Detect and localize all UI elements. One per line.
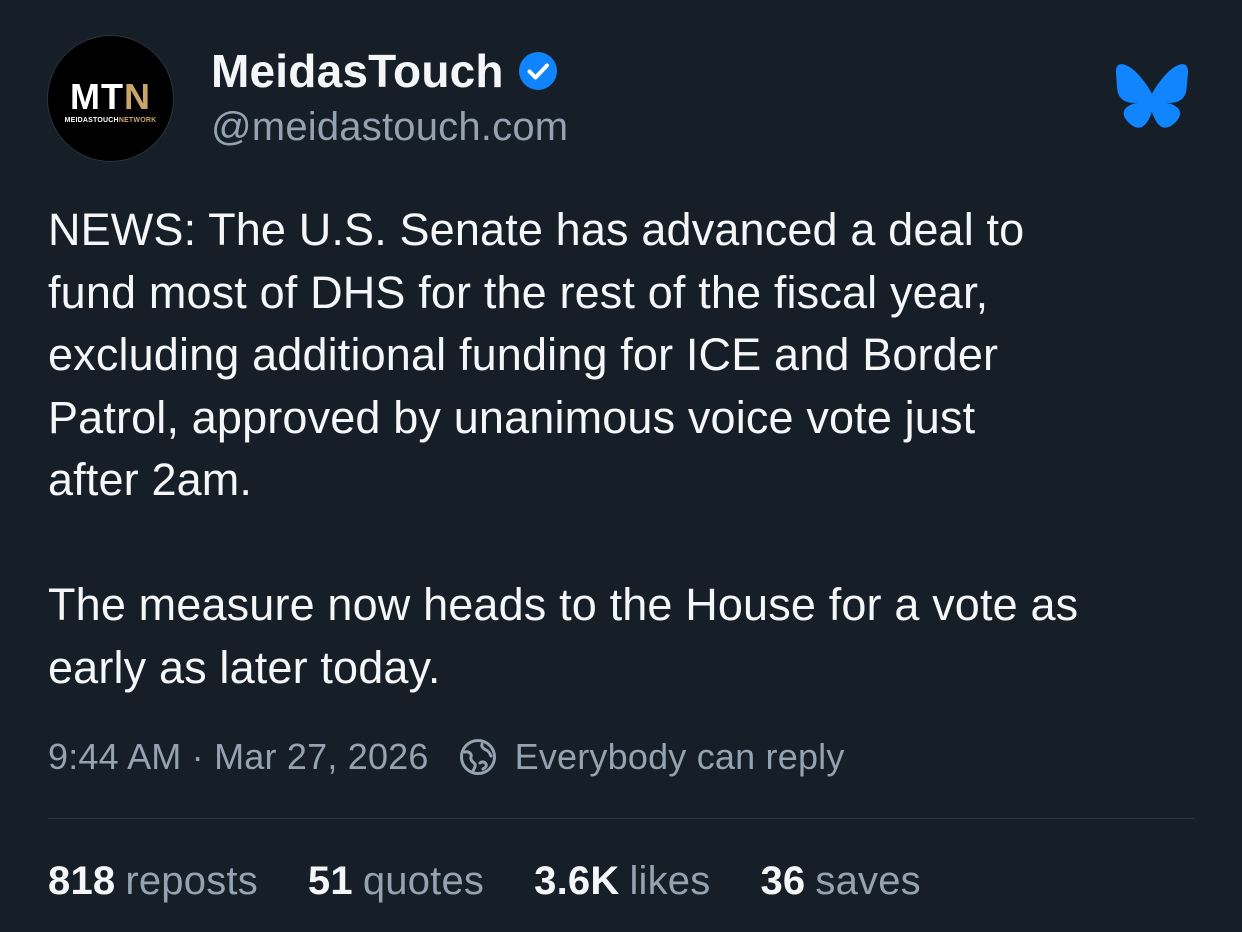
bluesky-butterfly-icon[interactable] <box>1116 64 1188 130</box>
avatar-logo: MTN <box>70 76 151 117</box>
engagement-stats: 818 reposts 51 quotes 3.6K likes 36 saves <box>48 856 971 906</box>
verified-checkmark-icon[interactable] <box>518 51 558 91</box>
author-name-row: MeidasTouch <box>211 44 558 98</box>
avatar-logo-subtitle: MEIDASTOUCHNETWORK <box>64 117 157 124</box>
post-timestamp[interactable]: 9:44 AM · Mar 27, 2026 <box>48 736 429 778</box>
avatar[interactable]: MTN MEIDASTOUCHNETWORK <box>48 36 173 161</box>
reposts-stat[interactable]: 818 reposts <box>48 859 258 904</box>
likes-stat[interactable]: 3.6K likes <box>534 859 710 904</box>
author-handle[interactable]: @meidastouch.com <box>211 105 568 150</box>
post-card: MTN MEIDASTOUCHNETWORK MeidasTouch @meid… <box>0 0 1242 932</box>
divider <box>48 818 1194 819</box>
post-body-text: NEWS: The U.S. Senate has advanced a dea… <box>48 204 1079 693</box>
globe-icon <box>459 738 497 776</box>
reply-setting[interactable]: Everybody can reply <box>515 736 845 778</box>
quotes-stat[interactable]: 51 quotes <box>308 859 484 904</box>
display-name[interactable]: MeidasTouch <box>211 44 504 98</box>
saves-stat[interactable]: 36 saves <box>760 859 920 904</box>
post-meta-row: 9:44 AM · Mar 27, 2026 Everybody can rep… <box>48 734 845 780</box>
